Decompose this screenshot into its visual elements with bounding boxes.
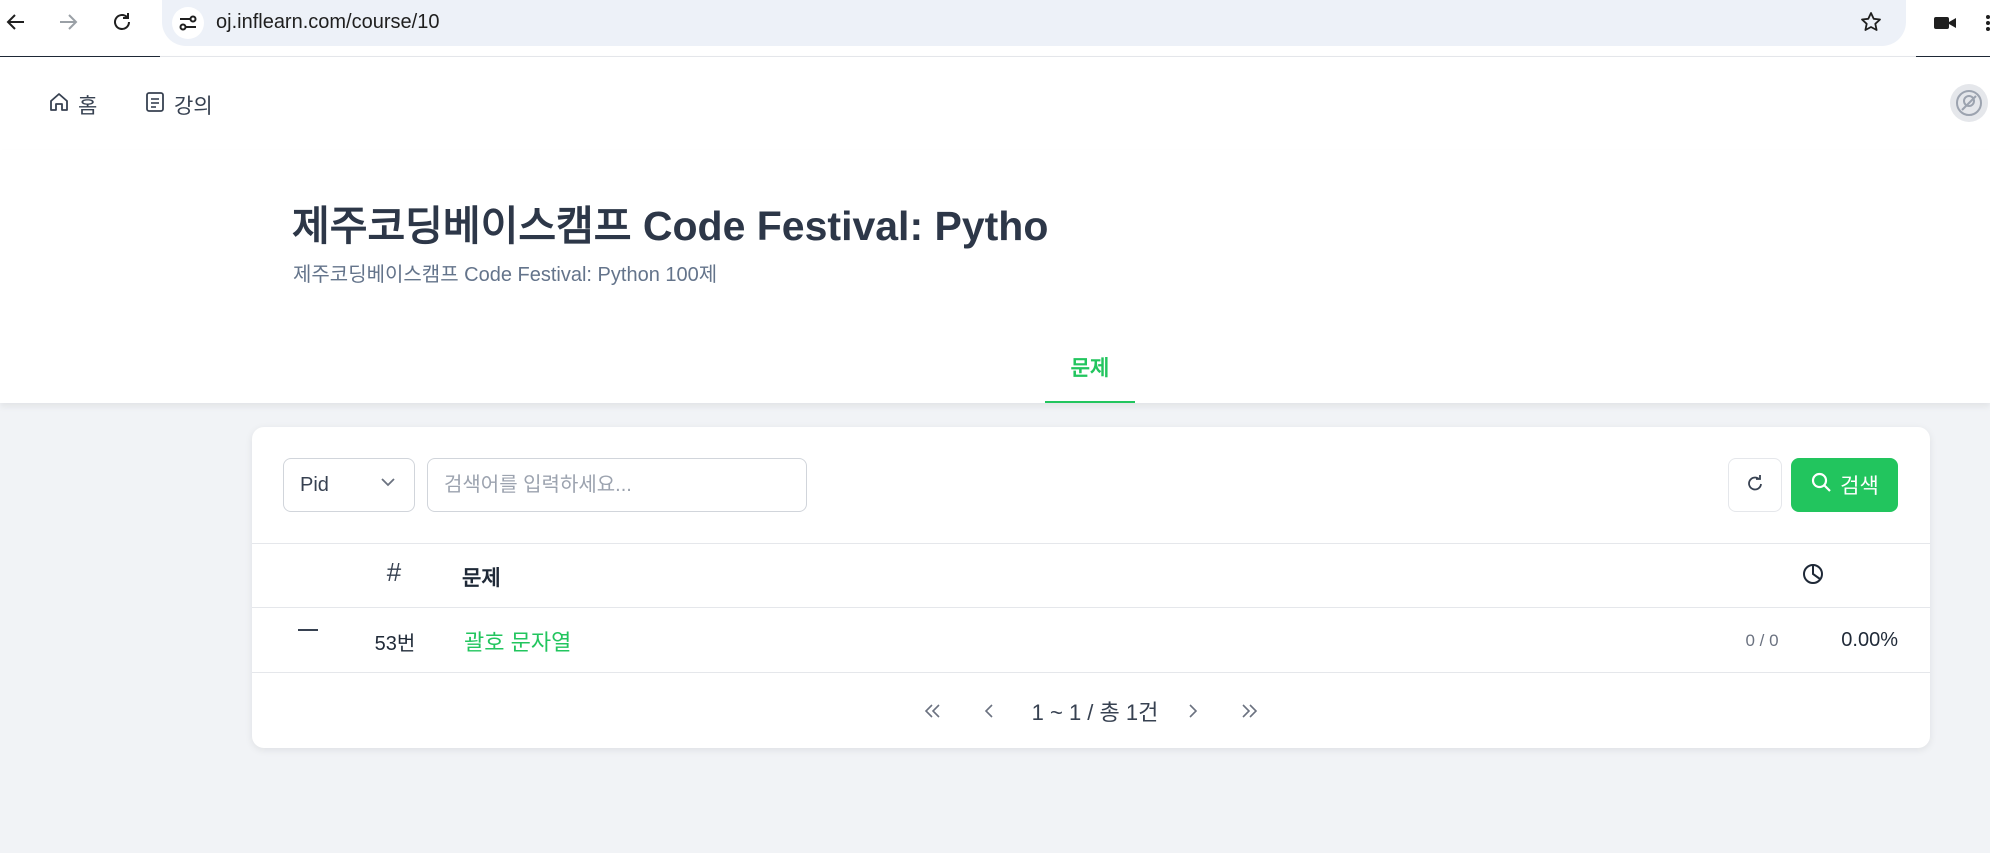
- table-header-top-divider: [252, 543, 1930, 544]
- document-icon: [144, 91, 166, 119]
- camera-icon[interactable]: [1930, 8, 1960, 38]
- problem-title-link[interactable]: 괄호 문자열: [464, 625, 571, 657]
- column-header-number: #: [386, 557, 402, 587]
- search-icon: [1810, 471, 1832, 499]
- home-icon: [48, 91, 70, 119]
- nav-courses-label: 강의: [174, 95, 213, 118]
- pagination-info: 1 ~ 1 / 총 1건: [1031, 700, 1159, 725]
- table-header-bottom-divider: [252, 607, 1930, 608]
- user-avatar[interactable]: [1950, 84, 1988, 122]
- nav-home-label: 홈: [78, 95, 98, 118]
- search-button[interactable]: 검색: [1791, 458, 1898, 512]
- row-status-dash: [298, 629, 318, 631]
- forward-icon[interactable]: [52, 6, 84, 38]
- refresh-icon: [1744, 472, 1766, 499]
- reload-icon[interactable]: [106, 6, 138, 38]
- course-title: 제주코딩베이스캠프 Code Festival: Pytho: [292, 203, 1049, 249]
- course-subtitle: 제주코딩베이스캠프 Code Festival: Python 100제: [293, 264, 718, 286]
- browser-menu-icon[interactable]: [1982, 14, 1990, 32]
- previous-page-icon[interactable]: [980, 693, 1000, 729]
- problem-submission-count: 0 / 0: [1745, 631, 1779, 650]
- tab-active-indicator: [1045, 401, 1135, 403]
- site-settings-icon[interactable]: [172, 7, 204, 39]
- problem-accuracy-rate: 0.00%: [1841, 629, 1898, 651]
- chevron-down-icon: [378, 472, 398, 498]
- search-button-label: 검색: [1840, 475, 1879, 498]
- first-page-icon[interactable]: [918, 693, 948, 729]
- url-text[interactable]: oj.inflearn.com/course/10: [216, 11, 439, 34]
- table-row-divider: [252, 672, 1930, 673]
- refresh-button[interactable]: [1728, 458, 1782, 512]
- site-header: [0, 57, 1990, 150]
- next-page-icon[interactable]: [1182, 693, 1202, 729]
- search-input[interactable]: [427, 458, 807, 512]
- nav-home[interactable]: 홈: [48, 90, 97, 120]
- back-icon[interactable]: [0, 6, 32, 38]
- column-header-title: 문제: [462, 567, 501, 590]
- problem-number: 53번: [374, 633, 416, 655]
- search-filter-select[interactable]: Pid: [283, 458, 415, 512]
- last-page-icon[interactable]: [1234, 693, 1264, 729]
- pie-chart-icon: [1800, 561, 1826, 587]
- tab-problems[interactable]: 문제: [1045, 352, 1135, 402]
- search-filter-value: Pid: [300, 473, 329, 496]
- nav-courses[interactable]: 강의: [144, 90, 213, 120]
- bookmark-star-icon[interactable]: [1856, 6, 1886, 38]
